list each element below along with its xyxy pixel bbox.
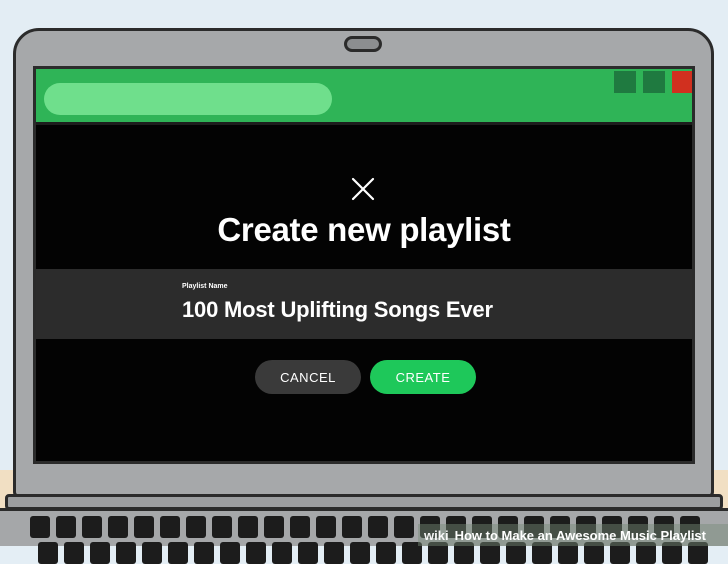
minimize-icon[interactable] (614, 71, 636, 93)
keyboard-key (246, 542, 266, 564)
keyboard-key (368, 516, 388, 538)
keyboard-key (220, 542, 240, 564)
webcam (344, 36, 382, 52)
playlist-name-field[interactable]: Playlist Name 100 Most Uplifting Songs E… (36, 269, 692, 339)
keyboard-key (350, 542, 370, 564)
close-icon[interactable] (350, 176, 376, 202)
keyboard-key (82, 516, 102, 538)
wikihow-logo: wiki (424, 527, 449, 543)
keyboard-key (272, 542, 292, 564)
keyboard-key (90, 542, 110, 564)
keyboard-key (238, 516, 258, 538)
keyboard-key (142, 542, 162, 564)
keyboard-key (168, 542, 188, 564)
keyboard-key (64, 542, 84, 564)
keyboard-key (186, 516, 206, 538)
keyboard-key (56, 516, 76, 538)
search-bar[interactable] (44, 83, 332, 115)
keyboard-key (394, 516, 414, 538)
keyboard-key (264, 516, 284, 538)
keyboard-key (298, 542, 318, 564)
laptop-screen: Create new playlist Playlist Name 100 Mo… (33, 66, 695, 464)
keyboard-key (38, 542, 58, 564)
keyboard-key (290, 516, 310, 538)
close-window-icon[interactable] (672, 71, 692, 93)
app-titlebar (36, 69, 692, 125)
keyboard-key (194, 542, 214, 564)
playlist-name-label: Playlist Name (182, 283, 228, 290)
maximize-icon[interactable] (643, 71, 665, 93)
keyboard-key (160, 516, 180, 538)
keyboard-key (342, 516, 362, 538)
keyboard-key (316, 516, 336, 538)
keyboard-key (324, 542, 344, 564)
keyboard-key (116, 542, 136, 564)
keyboard-key (134, 516, 154, 538)
cancel-button[interactable]: CANCEL (255, 360, 361, 394)
keyboard-key (212, 516, 232, 538)
dialog-title: Create new playlist (217, 211, 511, 248)
keyboard-key (108, 516, 128, 538)
watermark: wiki How to Make an Awesome Music Playli… (418, 524, 728, 546)
keyboard-key (30, 516, 50, 538)
playlist-name-input[interactable]: 100 Most Uplifting Songs Ever (182, 297, 493, 323)
watermark-text: How to Make an Awesome Music Playlist (454, 527, 706, 543)
create-button[interactable]: CREATE (370, 360, 476, 394)
keyboard-key (376, 542, 396, 564)
